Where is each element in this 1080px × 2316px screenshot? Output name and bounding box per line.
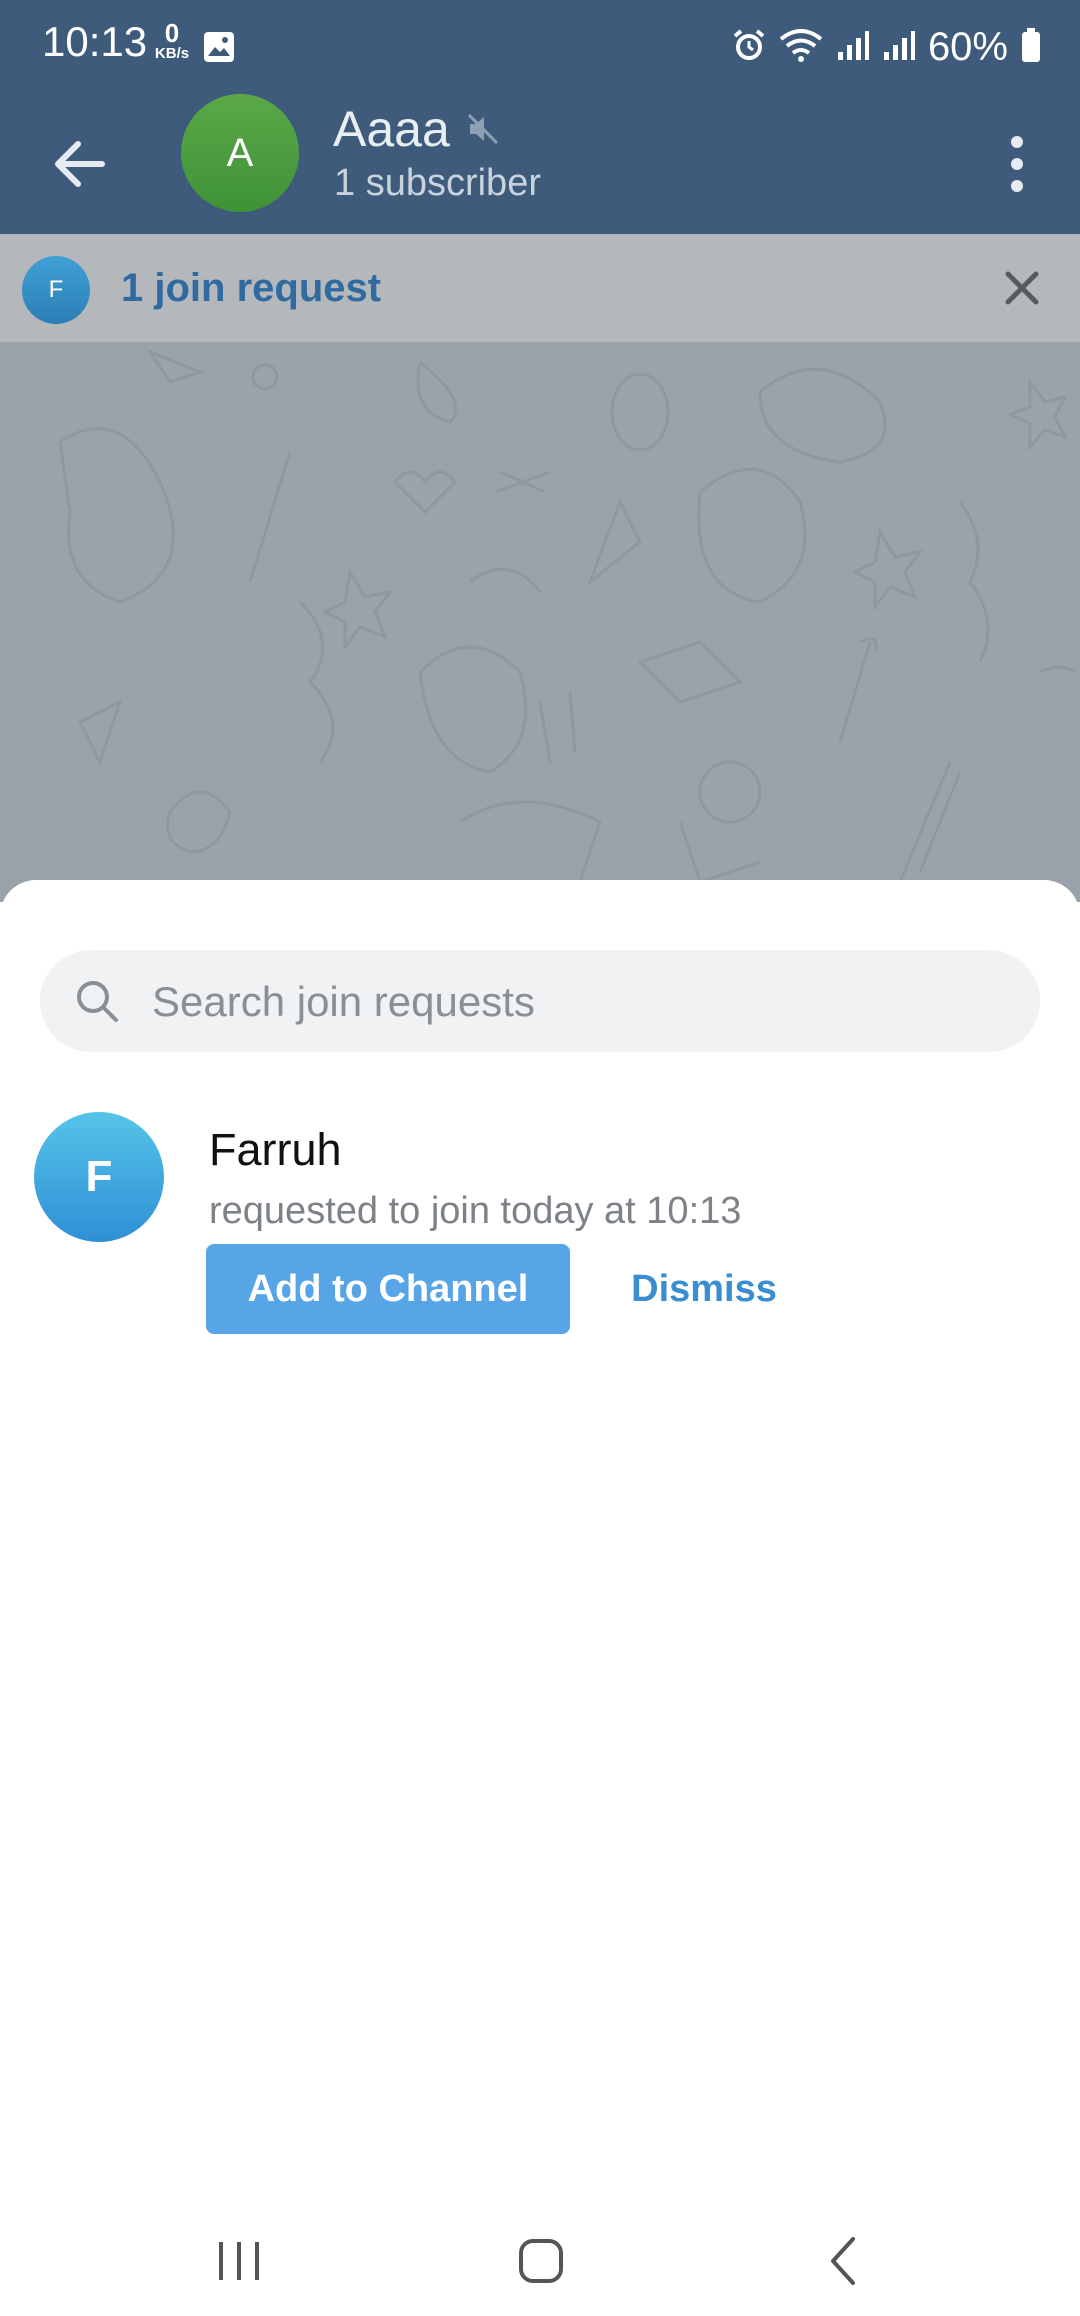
signal-icon [836,28,870,67]
status-icons: 60% [732,18,1042,76]
requester-name[interactable]: Farruh [209,1124,342,1176]
home-icon [519,2239,563,2283]
chat-background [0,342,1080,902]
dismiss-button[interactable]: Dismiss [606,1244,802,1334]
signal-icon [882,28,916,67]
system-nav-bar [0,2196,1080,2316]
more-vertical-icon [1011,136,1023,192]
system-back-button[interactable] [800,2226,890,2296]
requester-avatar-small: F [22,256,90,324]
doodle-pattern [58,348,1076,884]
search-icon [77,981,118,1022]
search-bar[interactable] [40,950,1040,1054]
channel-avatar[interactable]: A [181,94,299,212]
alarm-icon [732,28,766,67]
arrow-left-icon [55,141,105,187]
recent-apps-icon [219,2242,259,2280]
wifi-icon [778,27,824,68]
recent-apps-button[interactable] [194,2226,284,2296]
network-speed: 0 KB/s [150,20,194,61]
search-input[interactable] [150,950,1004,1054]
join-requests-sheet: F Farruh requested to join today at 10:1… [0,880,1080,2316]
join-request-banner[interactable]: F 1 join request [0,234,1080,342]
more-options-button[interactable] [992,124,1042,204]
battery-icon [1020,27,1042,68]
channel-name: Aaaa [333,101,450,157]
photo-icon [202,30,236,69]
network-speed-value: 0 [164,18,180,48]
close-banner-button[interactable] [990,256,1054,320]
network-speed-unit: KB/s [154,45,190,62]
chevron-left-icon [831,2237,855,2285]
back-button[interactable] [44,128,116,200]
muted-icon [466,100,500,158]
channel-title-row[interactable]: Aaaa [333,100,500,158]
status-time: 10:13 [42,18,148,65]
join-request-count[interactable]: 1 join request [121,266,381,311]
home-button[interactable] [496,2226,586,2296]
chat-header: A Aaaa 1 subscriber [0,94,1080,234]
battery-percent: 60% [927,24,1008,69]
join-request-item: F Farruh requested to join today at 10:1… [0,1100,1080,1360]
close-icon [1005,271,1039,305]
status-bar: 10:13 0 KB/s 60% [0,0,1080,94]
add-to-channel-button[interactable]: Add to Channel [206,1244,570,1334]
requester-avatar[interactable]: F [34,1112,164,1242]
subscriber-count: 1 subscriber [334,162,541,204]
request-time: requested to join today at 10:13 [209,1190,742,1232]
